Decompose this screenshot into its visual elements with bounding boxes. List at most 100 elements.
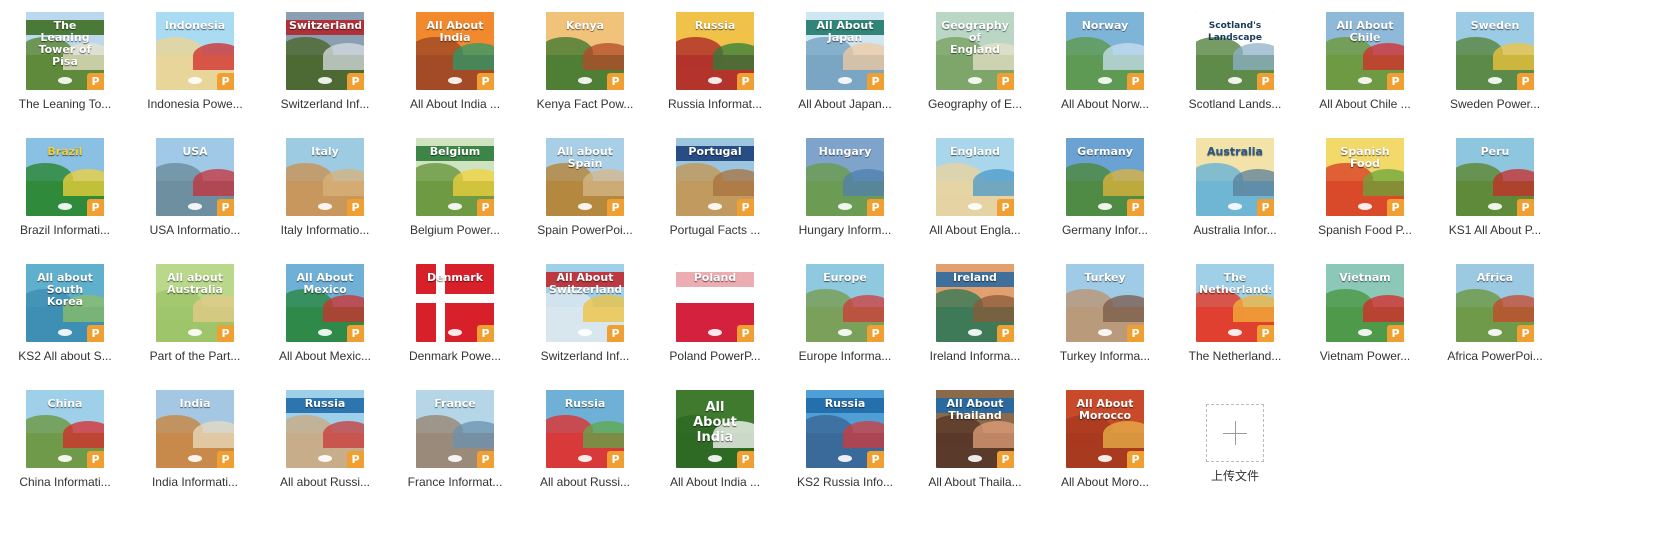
file-tile[interactable]: All About Japan P All About Japan... — [780, 0, 910, 126]
file-tile[interactable]: Russia P KS2 Russia Info... — [780, 378, 910, 504]
file-thumbnail[interactable]: Belgium P — [416, 138, 494, 216]
file-thumbnail[interactable]: Norway P — [1066, 12, 1144, 90]
file-tile[interactable]: Sweden P Sweden Power... — [1430, 0, 1560, 126]
file-tile[interactable]: Europe P Europe Informa... — [780, 252, 910, 378]
file-tile[interactable]: Scotland's Landscape P Scotland Lands... — [1170, 0, 1300, 126]
upload-drop-box[interactable] — [1206, 404, 1264, 462]
file-thumbnail[interactable]: Sweden P — [1456, 12, 1534, 90]
file-tile[interactable]: Peru P KS1 All About P... — [1430, 126, 1560, 252]
file-name: Africa PowerPoi... — [1447, 349, 1543, 363]
file-thumbnail[interactable]: Europe P — [806, 264, 884, 342]
file-tile[interactable]: Ireland P Ireland Informa... — [910, 252, 1040, 378]
file-tile[interactable]: Geography of England P Geography of E... — [910, 0, 1040, 126]
file-tile[interactable]: Norway P All About Norw... — [1040, 0, 1170, 126]
powerpoint-icon: P — [1257, 199, 1274, 216]
file-tile[interactable]: All about Australia P Part of the Part... — [130, 252, 260, 378]
file-tile[interactable]: All About Mexico P All About Mexic... — [260, 252, 390, 378]
file-tile[interactable]: All about Spain P Spain PowerPoi... — [520, 126, 650, 252]
file-thumbnail[interactable]: Ireland P — [936, 264, 1014, 342]
file-tile[interactable]: All About Chile P All About Chile ... — [1300, 0, 1430, 126]
file-thumbnail[interactable]: Indonesia P — [156, 12, 234, 90]
file-tile[interactable]: All About Thailand P All About Thaila... — [910, 378, 1040, 504]
file-thumbnail[interactable]: France P — [416, 390, 494, 468]
file-thumbnail[interactable]: Germany P — [1066, 138, 1144, 216]
file-tile[interactable]: The Leaning Tower of Pisa P The Leaning To… — [0, 0, 130, 126]
file-tile[interactable]: The Netherlands P The Netherland... — [1170, 252, 1300, 378]
file-thumbnail[interactable]: Peru P — [1456, 138, 1534, 216]
file-thumbnail[interactable]: Spanish Food P — [1326, 138, 1404, 216]
file-tile[interactable]: Germany P Germany Infor... — [1040, 126, 1170, 252]
file-tile[interactable]: All About India P All About India ... — [390, 0, 520, 126]
file-tile[interactable]: Denmark P Denmark Powe... — [390, 252, 520, 378]
file-thumbnail[interactable]: The Netherlands P — [1196, 264, 1274, 342]
file-thumbnail[interactable]: China P — [26, 390, 104, 468]
file-thumbnail[interactable]: England P — [936, 138, 1014, 216]
file-thumbnail[interactable]: All About India P — [416, 12, 494, 90]
file-tile[interactable]: Kenya P Kenya Fact Pow... — [520, 0, 650, 126]
file-thumbnail[interactable]: Russia P — [286, 390, 364, 468]
file-tile[interactable]: Hungary P Hungary Inform... — [780, 126, 910, 252]
file-thumbnail[interactable]: All About India P — [676, 390, 754, 468]
file-thumbnail[interactable]: Russia P — [806, 390, 884, 468]
file-thumbnail[interactable]: Geography of England P — [936, 12, 1014, 90]
file-thumbnail[interactable]: India P — [156, 390, 234, 468]
file-thumbnail[interactable]: All about Spain P — [546, 138, 624, 216]
file-thumbnail[interactable]: Hungary P — [806, 138, 884, 216]
file-tile[interactable]: All About India P All About India ... — [650, 378, 780, 504]
file-tile[interactable]: All About Morocco P All About Moro... — [1040, 378, 1170, 504]
file-tile[interactable]: Vietnam P Vietnam Power... — [1300, 252, 1430, 378]
file-tile[interactable]: All About Switzerland P Switzerland Inf... — [520, 252, 650, 378]
file-tile[interactable]: England P All About Engla... — [910, 126, 1040, 252]
file-thumbnail[interactable]: Kenya P — [546, 12, 624, 90]
file-thumbnail[interactable]: Africa P — [1456, 264, 1534, 342]
file-thumbnail[interactable]: All About Mexico P — [286, 264, 364, 342]
file-thumbnail[interactable]: Australia P — [1196, 138, 1274, 216]
file-thumbnail[interactable]: All About Chile P — [1326, 12, 1404, 90]
file-tile[interactable]: USA P USA Informatio... — [130, 126, 260, 252]
file-thumbnail[interactable]: USA P — [156, 138, 234, 216]
file-tile[interactable]: Turkey P Turkey Informa... — [1040, 252, 1170, 378]
file-thumbnail[interactable]: Italy P — [286, 138, 364, 216]
file-thumbnail[interactable]: Denmark P — [416, 264, 494, 342]
file-tile[interactable]: Brazil P Brazil Informati... — [0, 126, 130, 252]
file-name: Spain PowerPoi... — [537, 223, 633, 237]
file-thumbnail[interactable]: Poland P — [676, 264, 754, 342]
file-tile[interactable]: Russia P All about Russi... — [260, 378, 390, 504]
thumbnail-hill — [1232, 169, 1274, 196]
file-thumbnail[interactable]: Portugal P — [676, 138, 754, 216]
file-tile[interactable]: Switzerland P Switzerland Inf... — [260, 0, 390, 126]
file-tile[interactable]: France P France Informat... — [390, 378, 520, 504]
file-thumbnail[interactable]: All About Thailand P — [936, 390, 1014, 468]
file-tile[interactable]: Russia P All about Russi... — [520, 378, 650, 504]
file-tile[interactable]: Russia P Russia Informat... — [650, 0, 780, 126]
file-thumbnail[interactable]: Russia P — [546, 390, 624, 468]
file-tile[interactable]: India P India Informati... — [130, 378, 260, 504]
file-tile[interactable]: Poland P Poland PowerP... — [650, 252, 780, 378]
file-tile[interactable]: China P China Informati... — [0, 378, 130, 504]
file-thumbnail[interactable]: Scotland's Landscape P — [1196, 12, 1274, 90]
file-thumbnail[interactable]: Vietnam P — [1326, 264, 1404, 342]
file-thumbnail[interactable]: All About Switzerland P — [546, 264, 624, 342]
file-thumbnail[interactable]: Brazil P — [26, 138, 104, 216]
file-thumbnail[interactable]: Switzerland P — [286, 12, 364, 90]
file-thumbnail[interactable]: All About Morocco P — [1066, 390, 1144, 468]
file-thumbnail[interactable]: All about Australia P — [156, 264, 234, 342]
file-tile[interactable]: Indonesia P Indonesia Powe... — [130, 0, 260, 126]
file-tile[interactable]: Italy P Italy Informatio... — [260, 126, 390, 252]
powerpoint-icon: P — [997, 325, 1014, 342]
file-thumbnail[interactable]: Russia P — [676, 12, 754, 90]
file-tile[interactable]: Australia P Australia Infor... — [1170, 126, 1300, 252]
file-name: All About Japan... — [798, 97, 892, 111]
file-tile[interactable]: Spanish Food P Spanish Food P... — [1300, 126, 1430, 252]
file-tile[interactable]: All about South Korea P KS2 All about S... — [0, 252, 130, 378]
file-thumbnail[interactable]: Turkey P — [1066, 264, 1144, 342]
file-tile[interactable]: Africa P Africa PowerPoi... — [1430, 252, 1560, 378]
file-tile[interactable]: Portugal P Portugal Facts ... — [650, 126, 780, 252]
powerpoint-icon: P — [347, 451, 364, 468]
file-thumbnail[interactable]: All About Japan P — [806, 12, 884, 90]
upload-file-button[interactable]: 上传文件 — [1170, 392, 1300, 518]
publisher-logo-icon — [58, 77, 72, 84]
file-thumbnail[interactable]: The Leaning Tower of Pisa P — [26, 12, 104, 90]
file-tile[interactable]: Belgium P Belgium Power... — [390, 126, 520, 252]
file-thumbnail[interactable]: All about South Korea P — [26, 264, 104, 342]
